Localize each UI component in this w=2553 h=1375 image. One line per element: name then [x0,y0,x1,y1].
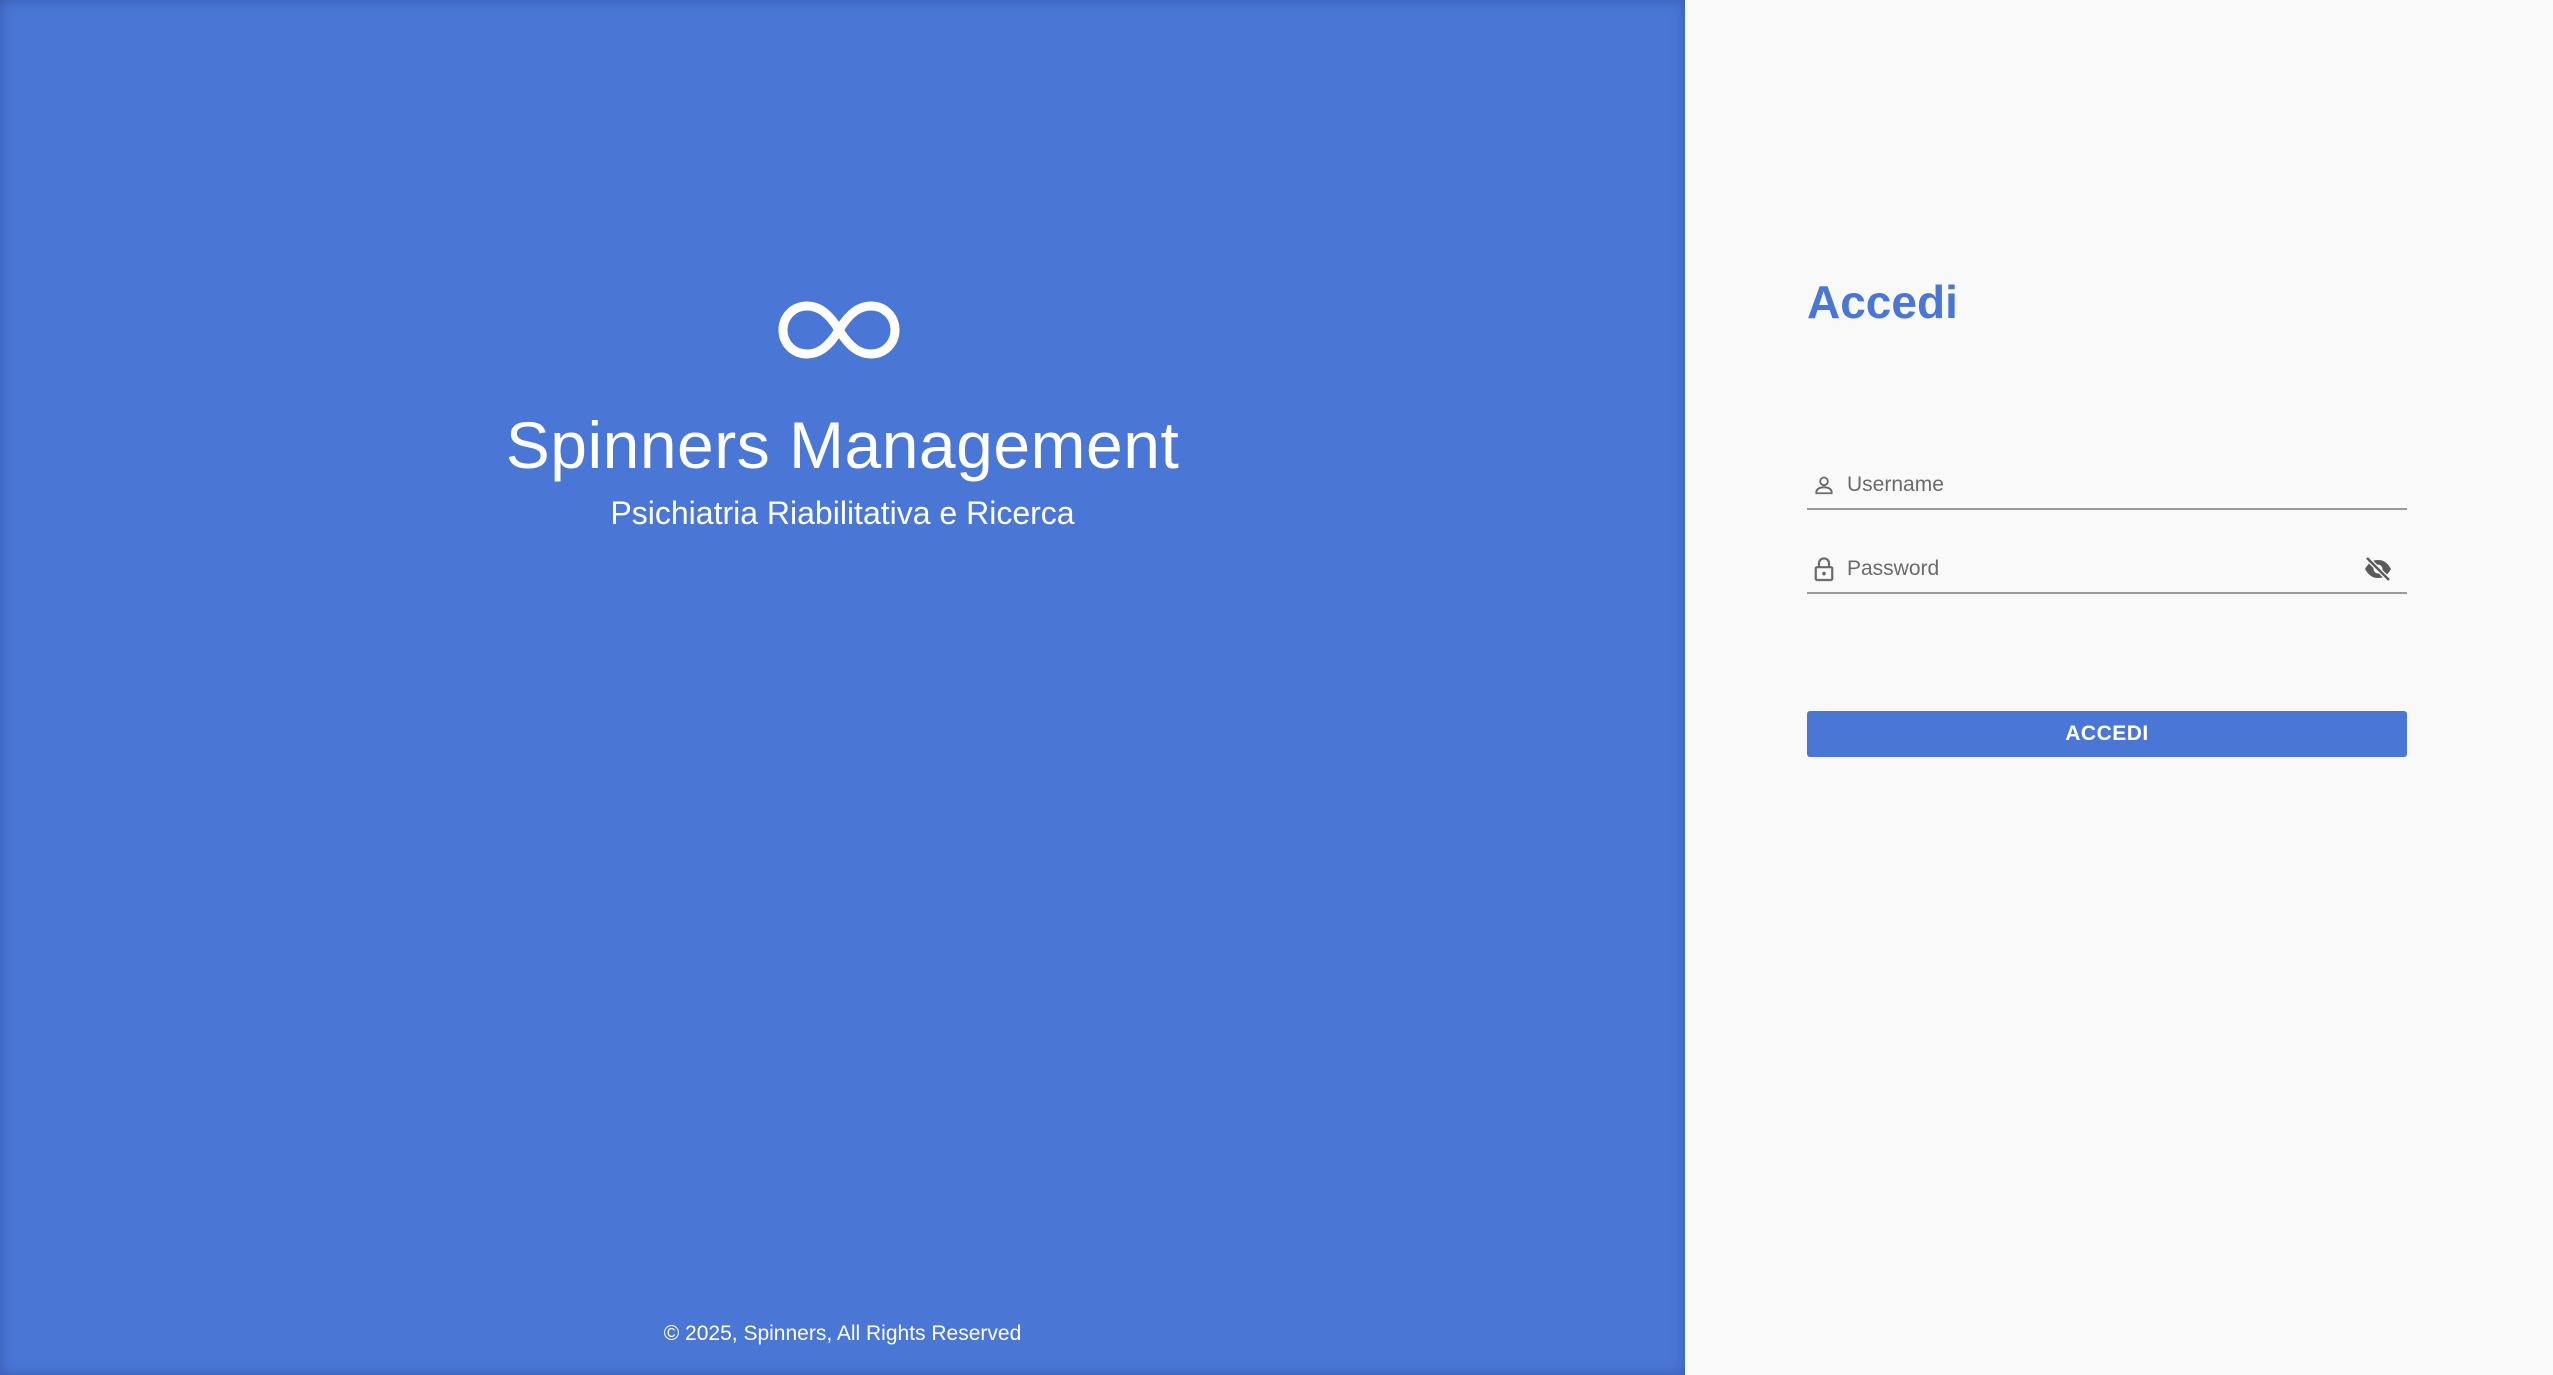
login-title: Accedi [1807,276,1958,328]
login-page: Spinners Management Psichiatria Riabilit… [0,0,2553,1375]
eye-off-icon[interactable] [2361,552,2395,586]
password-input[interactable] [1847,549,2361,589]
copyright-footer: © 2025, Spinners, All Rights Reserved [663,1322,1022,1345]
user-icon [1811,470,1837,500]
username-field[interactable] [1807,462,2407,510]
password-field[interactable] [1807,546,2407,594]
login-panel: Accedi Username ACCEDI [1685,0,2553,1375]
infinity-logo-icon [778,301,900,359]
username-input[interactable] [1847,465,2407,505]
brand-title: Spinners Management [505,408,1180,482]
login-submit-button[interactable]: ACCEDI [1807,711,2407,757]
brand-panel: Spinners Management Psichiatria Riabilit… [0,0,1685,1375]
brand-subtitle: Psichiatria Riabilitativa e Ricerca [610,495,1075,531]
lock-icon [1811,554,1837,584]
